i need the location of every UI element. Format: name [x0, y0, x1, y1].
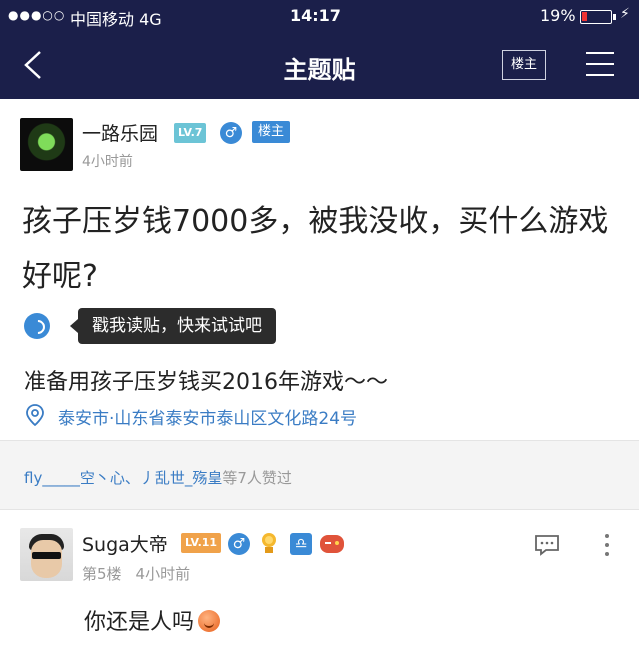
floor-number: 第5楼 [82, 565, 122, 583]
status-bar: ●●●○○ 中国移动 4G 14:17 19% ⚡ [0, 0, 639, 32]
medal-icon [262, 533, 276, 553]
voice-read-tooltip: 戳我读贴，快来试试吧 [70, 308, 276, 344]
menu-icon[interactable] [586, 50, 614, 78]
post-title: 孩子压岁钱7000多，被我没收，买什么游戏好呢? [22, 204, 609, 294]
battery-level-fill [582, 12, 587, 21]
post-time: 4小时前 [82, 154, 133, 170]
reply-author-name[interactable]: Suga大帝 [82, 530, 168, 557]
post-body: 准备用孩子压岁钱买2016年游戏～～ [24, 370, 388, 395]
owner-tag: 楼主 [252, 121, 291, 143]
location-pin-icon [26, 404, 44, 426]
charging-icon: ⚡ [620, 6, 630, 22]
liked-users[interactable]: fly_____空丶心、丿乱世_殇皇 [24, 469, 222, 487]
comment-icon[interactable] [534, 534, 560, 556]
likes-count: 等7人赞过 [222, 469, 292, 487]
reply-content: 你还是人吗 [84, 604, 221, 636]
reply-text: 你还是人吗 [84, 610, 195, 635]
reply-time: 4小时前 [135, 565, 191, 583]
owner-only-button[interactable]: 楼主 [502, 50, 546, 80]
carrier-name: 中国移动 4G [70, 10, 162, 29]
navigation-bar: 主题贴 楼主 [0, 32, 639, 99]
male-gender-icon: ♂ [228, 533, 250, 555]
app-header: ●●●○○ 中国移动 4G 14:17 19% ⚡ 主题贴 楼主 [0, 0, 639, 99]
libra-zodiac-icon: ♎ [290, 533, 312, 555]
male-gender-icon: ♂ [220, 122, 242, 144]
more-options-icon[interactable] [604, 534, 610, 556]
signal-strength: ●●●○○ [8, 8, 66, 22]
reply-avatar[interactable] [20, 528, 73, 581]
gamepad-icon [320, 535, 344, 553]
level-badge: LV.7 [174, 123, 207, 143]
likes-summary[interactable]: fly_____空丶心、丿乱世_殇皇等7人赞过 [24, 467, 292, 488]
post-author-name[interactable]: 一路乐园 [82, 119, 158, 146]
clock: 14:17 [290, 6, 341, 25]
avatar[interactable] [20, 118, 73, 171]
emoji-icon [198, 610, 221, 632]
reply-level-badge: LV.11 [181, 533, 222, 553]
voice-read-icon[interactable] [24, 313, 50, 339]
post-location[interactable]: 泰安市·山东省泰安市泰山区文化路24号 [58, 404, 357, 429]
battery-icon [580, 10, 616, 24]
reply-meta: 第5楼 4小时前 [82, 563, 190, 584]
battery-percent: 19% [540, 6, 576, 25]
